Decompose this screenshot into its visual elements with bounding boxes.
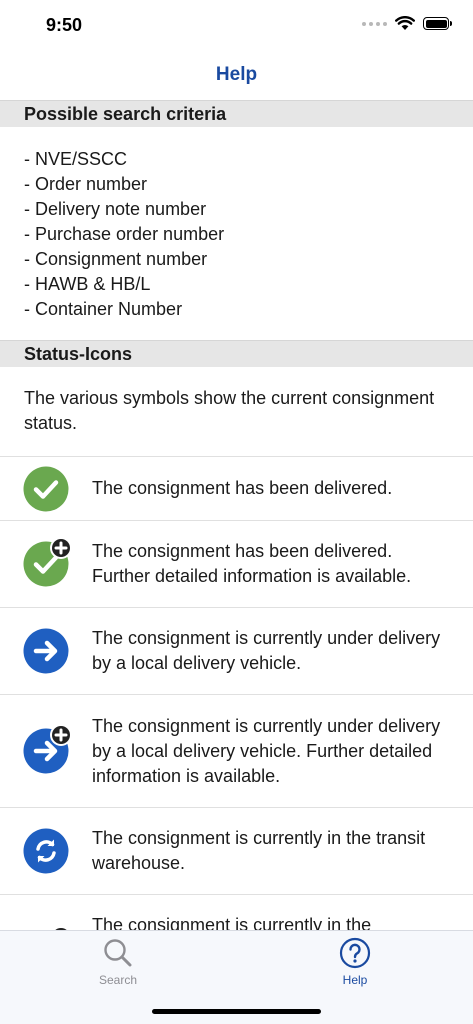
- status-description: The consignment has been delivered. Furt…: [92, 541, 412, 586]
- delivered-check-plus-icon: [23, 537, 72, 587]
- delivered-check-icon: [23, 466, 69, 512]
- status-description: The consignment is currently in the tran…: [92, 828, 426, 873]
- status-bar: 9:50: [0, 0, 473, 52]
- navigation-bar: Help: [0, 52, 473, 100]
- status-icons-intro: The various symbols show the current con…: [24, 388, 435, 433]
- status-description: The consignment is currently under deliv…: [92, 628, 441, 673]
- wifi-icon: [395, 16, 415, 30]
- list-item: - Delivery note number: [24, 199, 207, 219]
- list-item: - Order number: [24, 174, 148, 194]
- transit-refresh-icon: [23, 828, 69, 874]
- status-description: The consignment is currently in the: [92, 915, 372, 930]
- table-row: The consignment has been delivered. Furt…: [0, 520, 473, 607]
- list-item: - Container Number: [24, 299, 183, 319]
- tab-help[interactable]: Help: [295, 937, 415, 987]
- battery-icon: [423, 17, 452, 30]
- list-item: - NVE/SSCC: [24, 149, 128, 169]
- status-time: 9:50: [46, 15, 83, 35]
- status-description: The consignment is currently under deliv…: [92, 715, 441, 786]
- arrow-right-plus-icon: [23, 724, 72, 774]
- section-header-status-icons: Status-Icons: [0, 340, 473, 367]
- home-indicator: [152, 1009, 321, 1014]
- table-row: The consignment is currently under deliv…: [0, 607, 473, 694]
- search-icon: [104, 939, 132, 967]
- cellular-signal-icon: [362, 21, 387, 26]
- arrow-right-icon: [23, 628, 69, 674]
- status-description: The consignment has been delivered.: [92, 478, 393, 498]
- section-header-search-criteria: Possible search criteria: [0, 100, 473, 127]
- help-screen: 9:50 Help Possible search criteria - NVE…: [0, 0, 473, 1024]
- tab-label: Help: [342, 973, 368, 987]
- table-row: The consignment is currently under deliv…: [0, 694, 473, 807]
- list-item: - HAWB & HB/L: [24, 274, 151, 294]
- list-item: - Consignment number: [24, 249, 208, 269]
- table-row: The consignment has been delivered.: [0, 456, 473, 520]
- tab-label: Search: [98, 973, 138, 987]
- table-row: The consignment is currently in the tran…: [0, 807, 473, 894]
- status-icons: [362, 16, 452, 31]
- table-row: The consignment is currently in the: [0, 894, 473, 930]
- help-content[interactable]: Possible search criteria - NVE/SSCC - Or…: [0, 100, 473, 930]
- question-circle-icon: [339, 937, 371, 969]
- page-title: Help: [215, 64, 258, 85]
- search-criteria-list: - NVE/SSCC - Order number - Delivery not…: [0, 127, 473, 340]
- list-item: - Purchase order number: [24, 224, 225, 244]
- tab-search[interactable]: Search: [58, 937, 178, 987]
